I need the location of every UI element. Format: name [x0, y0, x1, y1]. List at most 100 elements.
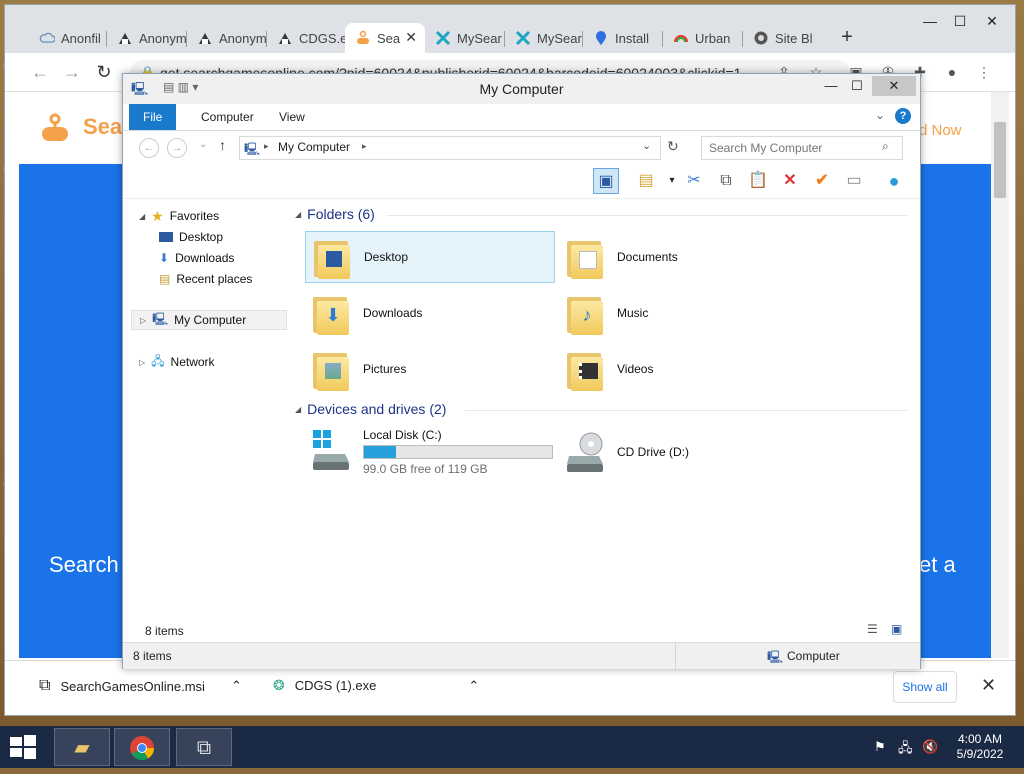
nav-item-desktop[interactable]: Desktop	[159, 227, 223, 247]
reload-icon[interactable]: ↻	[93, 61, 115, 83]
browser-tab[interactable]: Urban	[663, 23, 743, 53]
volume-muted-icon[interactable]: 🔇	[922, 739, 938, 755]
forward-icon[interactable]: →	[61, 61, 83, 83]
flag-icon[interactable]: ⚑	[874, 739, 886, 755]
recent-places-icon: ▤	[159, 272, 171, 286]
back-icon[interactable]: ←	[139, 138, 159, 158]
download-now-link[interactable]: d Now	[919, 122, 962, 139]
checkmark-icon[interactable]: ✔	[809, 168, 835, 194]
installer-taskbar-icon[interactable]: ⧉	[176, 728, 232, 766]
system-clock[interactable]: 4:00 AM 5/9/2022	[948, 732, 1012, 762]
drive-name: CD Drive (D:)	[617, 445, 689, 459]
download-item[interactable]: ❂ CDGS (1).exe ⌃	[273, 677, 479, 694]
browser-tab[interactable]: Install	[583, 23, 663, 53]
folder-item-desktop[interactable]: Desktop	[305, 231, 555, 283]
cut-icon[interactable]: ✂	[681, 168, 707, 194]
close-icon[interactable]: ✕	[872, 76, 916, 96]
tab-label: MySear	[457, 30, 502, 46]
copy-icon[interactable]: ⧉	[713, 168, 739, 194]
preview-pane-icon[interactable]: ▣	[593, 168, 619, 194]
expand-icon[interactable]: ▷	[139, 358, 145, 367]
collapse-icon[interactable]: ◢	[295, 210, 301, 219]
up-icon[interactable]: ↑	[219, 137, 226, 153]
group-header-devices[interactable]: ◢ Devices and drives (2)	[295, 401, 446, 417]
maximize-icon[interactable]: ☐	[945, 11, 975, 31]
address-text[interactable]: My Computer	[278, 140, 350, 154]
tab-view[interactable]: View	[265, 104, 319, 130]
drive-usage-bar	[363, 445, 553, 459]
folder-item-pictures[interactable]: Pictures	[305, 343, 555, 395]
large-icons-view-icon[interactable]: ▣	[891, 622, 902, 636]
browser-tab[interactable]: CDGS.e	[267, 23, 345, 53]
chevron-right-icon[interactable]: ▸	[362, 141, 367, 152]
folder-item-music[interactable]: ♪ Music	[559, 287, 809, 339]
close-icon[interactable]: ✕	[977, 11, 1007, 31]
tab-computer[interactable]: Computer	[187, 104, 268, 130]
collapse-icon[interactable]: ◢	[139, 212, 145, 221]
nav-favorites[interactable]: ◢ ★ Favorites	[139, 206, 219, 226]
show-all-button[interactable]: Show all	[893, 671, 957, 703]
tab-file[interactable]: File	[129, 104, 177, 130]
address-box[interactable]: 🖳 ▸ My Computer ▸ ⌄	[239, 136, 661, 160]
chrome-taskbar-icon[interactable]	[114, 728, 170, 766]
recent-locations-icon[interactable]: ⌄	[199, 139, 207, 150]
browser-tab[interactable]: Site Bl	[743, 23, 823, 53]
chevron-up-icon[interactable]: ⌃	[231, 678, 242, 694]
folder-name: Videos	[617, 362, 654, 376]
chevron-right-icon[interactable]: ▸	[264, 141, 269, 152]
group-title: Folders (6)	[307, 206, 375, 222]
network-tray-icon[interactable]: 🖧	[898, 739, 913, 761]
nav-my-computer[interactable]: ▷ 🖳 My Computer	[131, 310, 287, 330]
scrollbar-thumb[interactable]	[994, 122, 1006, 198]
pictures-folder-icon	[311, 347, 351, 391]
folder-item-documents[interactable]: Documents	[559, 231, 809, 283]
menu-icon[interactable]: ⋮	[975, 63, 993, 81]
folder-name: Downloads	[363, 306, 423, 320]
collapse-icon[interactable]: ◢	[295, 405, 301, 414]
folder-item-downloads[interactable]: ⬇ Downloads	[305, 287, 555, 339]
browser-tab[interactable]: Anonym	[187, 23, 267, 53]
close-icon[interactable]: ✕	[981, 675, 996, 696]
delete-icon[interactable]: ✕	[777, 168, 803, 194]
chevron-down-icon[interactable]: ⌄	[875, 108, 885, 122]
new-tab-button[interactable]: +	[835, 25, 859, 49]
drive-item-c[interactable]: Local Disk (C:) 99.0 GB free of 119 GB	[305, 424, 555, 480]
start-windows-icon[interactable]	[10, 735, 36, 762]
help-icon[interactable]: ?	[895, 108, 911, 124]
browser-tab[interactable]: Anonfil	[29, 23, 107, 53]
expand-icon[interactable]: ▷	[140, 316, 146, 325]
forward-icon[interactable]: →	[167, 138, 187, 158]
title-bar: 🖳 ▤ ▥ ▾ My Computer — ☐ ✕	[123, 74, 920, 104]
browser-tab[interactable]: MySear	[425, 23, 505, 53]
chevron-up-icon[interactable]: ⌃	[468, 678, 479, 694]
download-item[interactable]: ⧉ SearchGamesOnline.msi ⌃	[39, 677, 242, 695]
profile-icon[interactable]: ●	[943, 63, 961, 81]
browser-tab[interactable]: MySear	[505, 23, 583, 53]
nav-label: Favorites	[169, 209, 220, 223]
maximize-icon[interactable]: ☐	[843, 76, 871, 96]
paste-icon[interactable]: 📋	[745, 168, 771, 194]
browser-tab-active[interactable]: Sea ✕	[345, 23, 425, 53]
rename-icon[interactable]: ▭	[841, 168, 867, 194]
search-icon[interactable]: ⌕	[882, 139, 889, 154]
minimize-icon[interactable]: —	[915, 11, 945, 31]
nav-item-recent-places[interactable]: ▤ Recent places	[159, 269, 252, 289]
scrollbar[interactable]	[991, 92, 1009, 658]
refresh-icon[interactable]: ↻	[667, 138, 679, 155]
drive-item-d[interactable]: CD Drive (D:)	[559, 424, 809, 480]
chevron-down-icon[interactable]: ⌄	[642, 139, 651, 152]
folder-item-videos[interactable]: Videos	[559, 343, 809, 395]
network-globe-icon[interactable]: ●	[881, 168, 907, 194]
minimize-icon[interactable]: —	[817, 76, 845, 96]
file-explorer-taskbar-icon[interactable]: ▰	[54, 728, 110, 766]
close-tab-icon[interactable]: ✕	[405, 29, 417, 46]
nav-item-downloads[interactable]: ⬇ Downloads	[159, 248, 234, 268]
back-icon[interactable]: ←	[29, 61, 51, 83]
nav-network[interactable]: ▷ 🖧 Network	[139, 352, 215, 372]
browser-tab[interactable]: Anonym	[107, 23, 187, 53]
details-view-icon[interactable]: ☰	[867, 622, 878, 636]
search-input[interactable]: Search My Computer ⌕	[701, 136, 903, 160]
drive-details: Local Disk (C:) 99.0 GB free of 119 GB	[363, 424, 553, 476]
group-header-folders[interactable]: ◢ Folders (6)	[295, 206, 375, 222]
properties-icon[interactable]: ▤	[633, 168, 659, 194]
